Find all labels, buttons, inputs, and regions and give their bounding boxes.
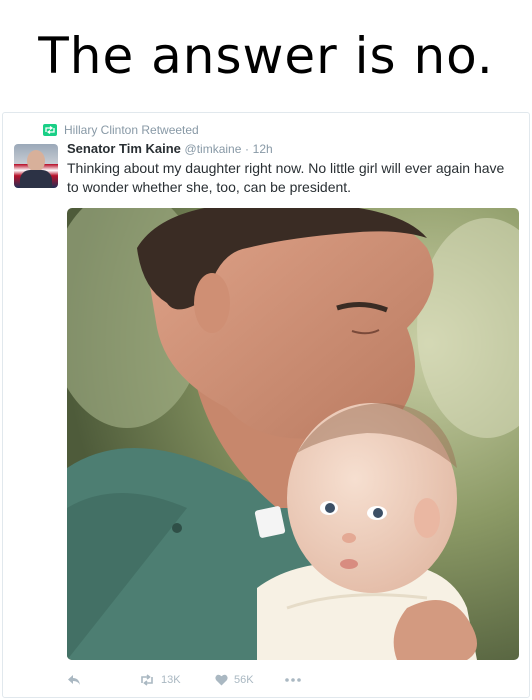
retweet-context: Hillary Clinton Retweeted (43, 122, 199, 138)
author-handle[interactable]: @timkaine (185, 142, 242, 156)
retweet-icon (43, 124, 57, 136)
reply-icon (68, 675, 80, 685)
tweet-text: Thinking about my daughter right now. No… (67, 160, 505, 195)
avatar-suit (20, 170, 52, 188)
retweet-context-label[interactable]: Hillary Clinton Retweeted (64, 123, 199, 137)
retweet-icon (141, 674, 153, 686)
tweet-timestamp[interactable]: 12h (253, 142, 273, 156)
tweet-header: Senator Tim Kaine @timkaine · 12h (67, 141, 273, 156)
author-avatar[interactable] (14, 144, 58, 188)
header-separator: · (245, 142, 250, 156)
meme-caption: The answer is no. (38, 27, 494, 85)
tweet-photo[interactable] (67, 208, 519, 660)
author-name[interactable]: Senator Tim Kaine (67, 141, 181, 156)
more-icon (285, 678, 301, 682)
avatar-face (27, 150, 45, 172)
reply-button[interactable] (67, 674, 139, 686)
photo-father-kissing-baby (67, 208, 519, 660)
tweet-actions: 13K 56K (67, 671, 301, 689)
like-count: 56K (234, 674, 254, 686)
retweet-button[interactable]: 13K (139, 674, 215, 686)
more-button[interactable] (285, 678, 301, 682)
tweet-card[interactable]: Hillary Clinton Retweeted Senator Tim Ka… (2, 112, 530, 698)
like-icon (215, 674, 228, 686)
like-button[interactable]: 56K (215, 674, 285, 686)
retweet-count: 13K (161, 674, 181, 686)
